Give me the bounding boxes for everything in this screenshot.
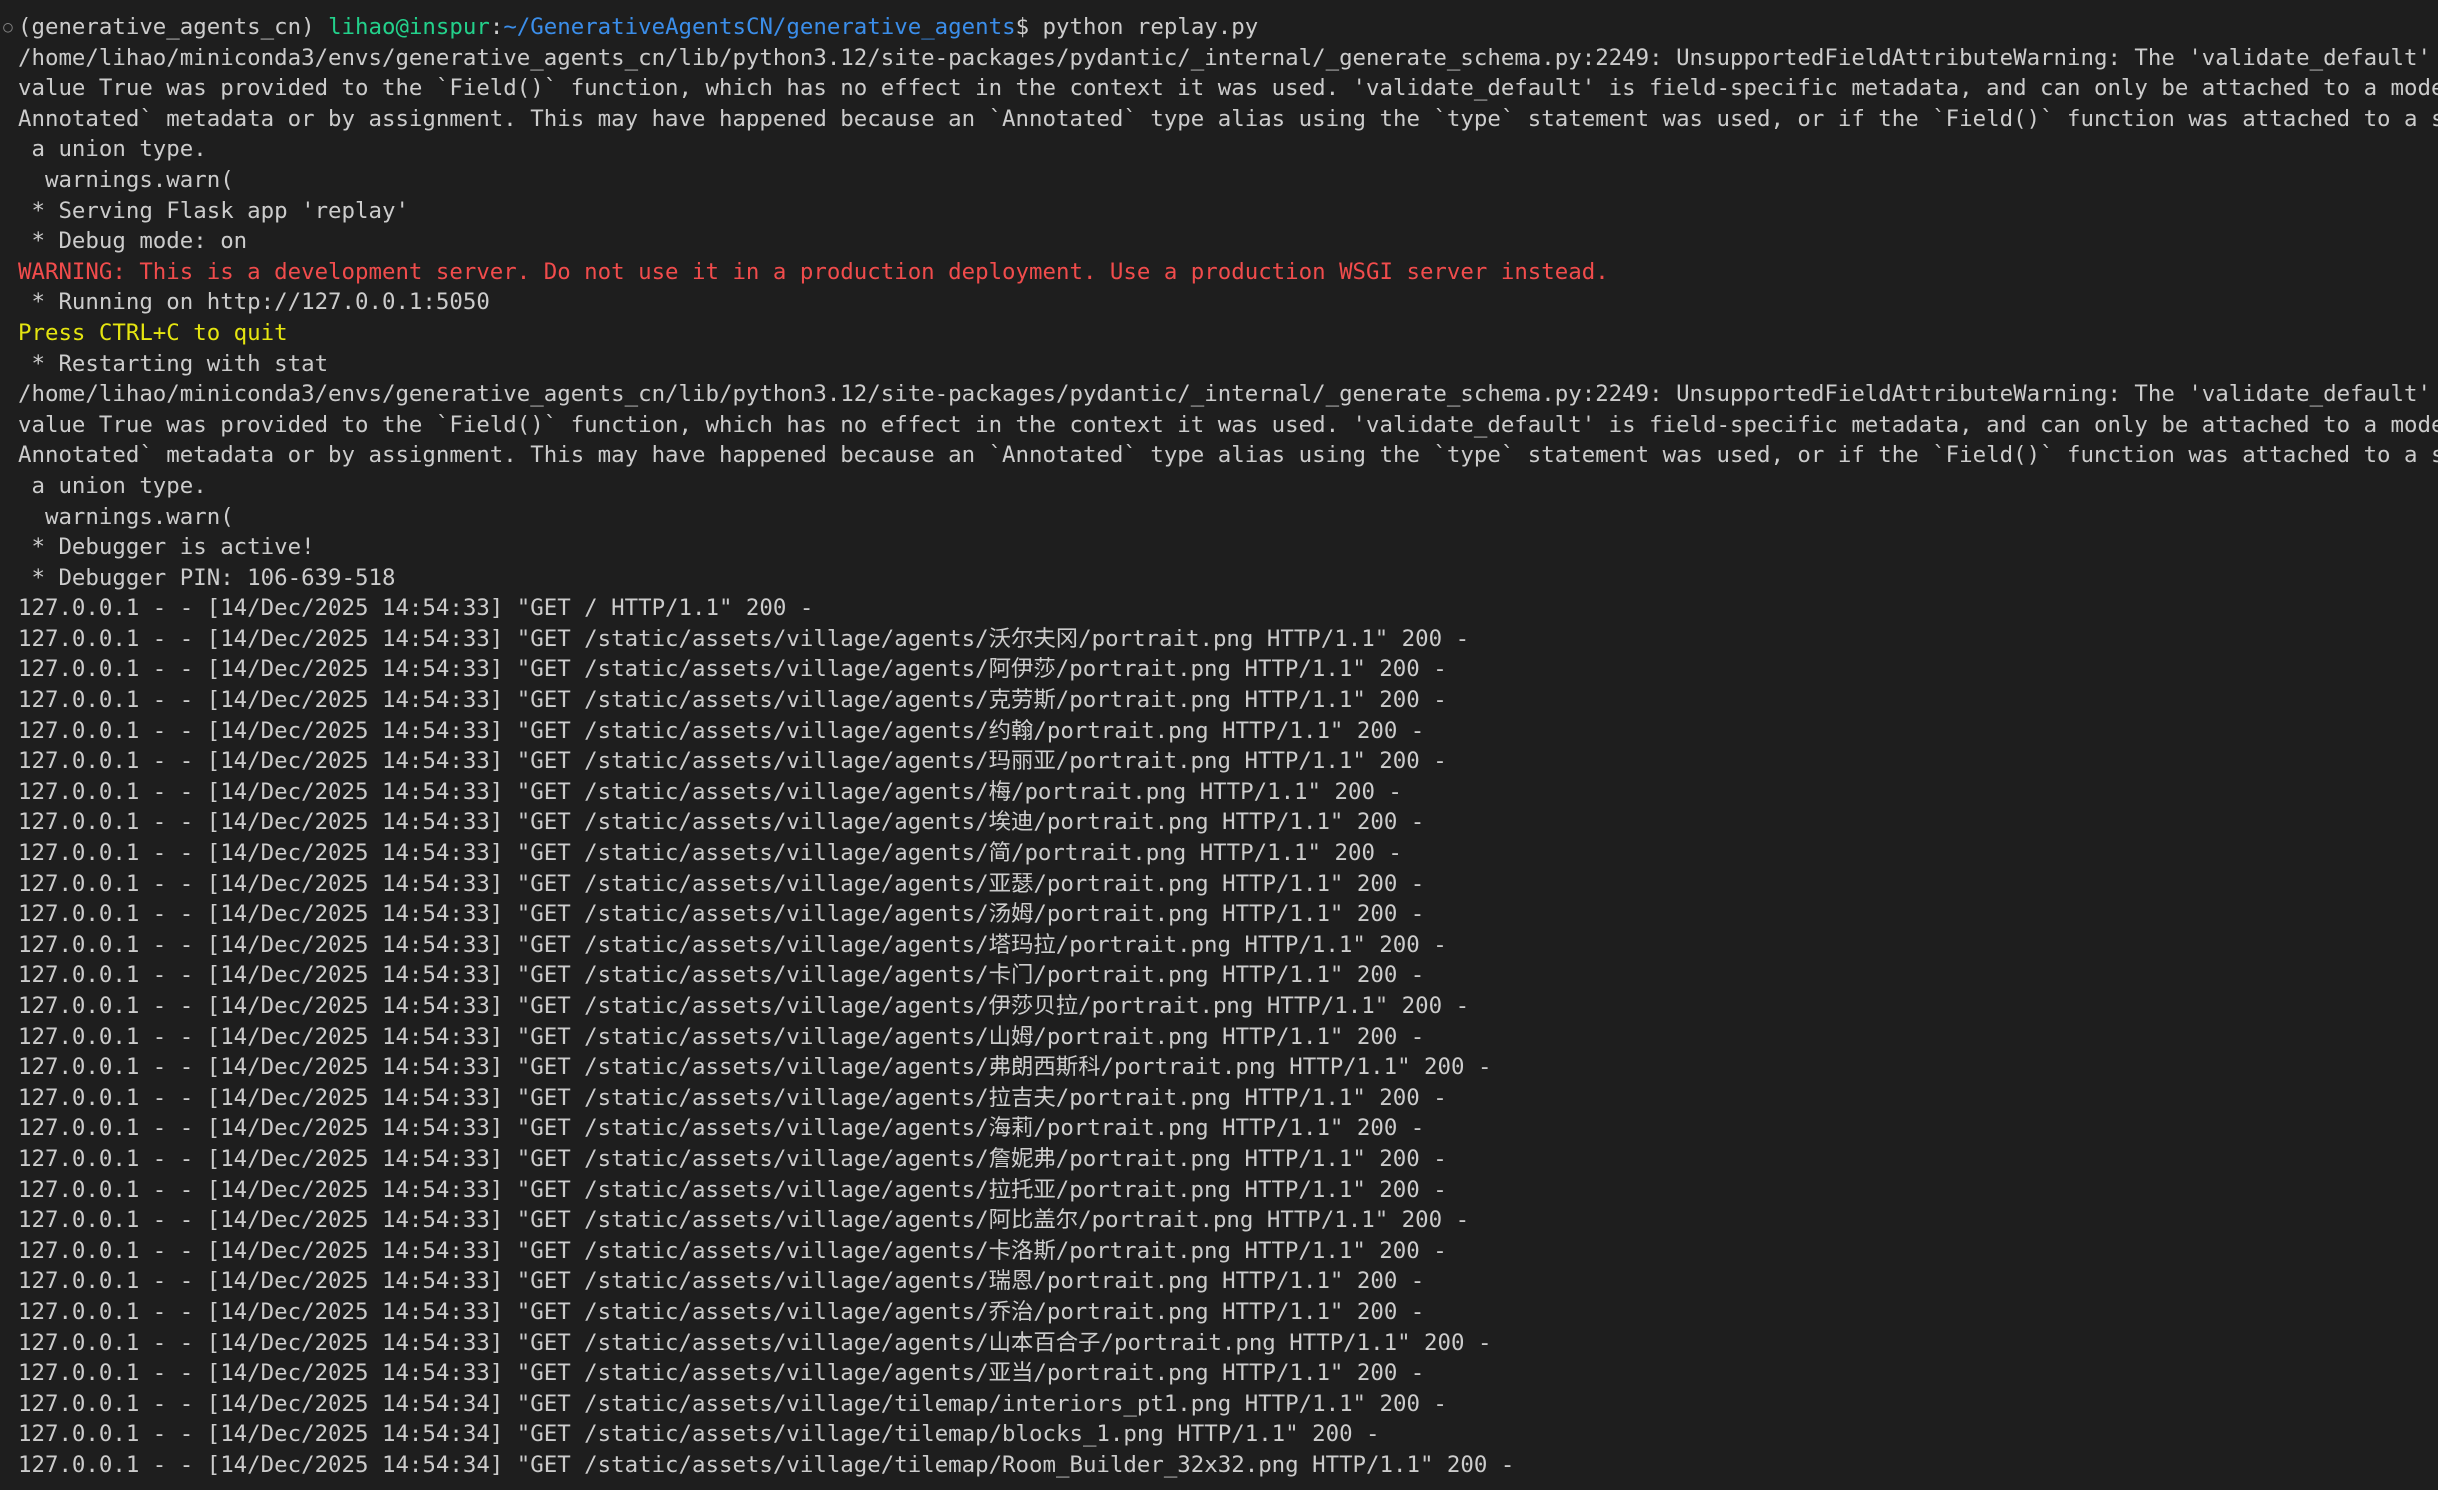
request-log-line: 127.0.0.1 - - [14/Dec/2025 14:54:33] "GE… <box>18 1115 1425 1142</box>
user-host: lihao@inspur <box>328 14 490 40</box>
request-log-line: 127.0.0.1 - - [14/Dec/2025 14:54:33] "GE… <box>18 840 1402 867</box>
request-log-line: 127.0.0.1 - - [14/Dec/2025 14:54:33] "GE… <box>18 1268 1425 1295</box>
warning-text-line: Annotated` metadata or by assignment. Th… <box>18 105 2438 132</box>
dev-server-warning: WARNING: This is a development server. D… <box>18 258 1609 285</box>
request-log-line: 127.0.0.1 - - [14/Dec/2025 14:54:33] "GE… <box>18 993 1470 1019</box>
prompt-line: (generative_agents_cn) lihao@inspur:~/Ge… <box>18 12 2438 43</box>
conda-env-label: (generative_agents_cn) <box>18 14 329 40</box>
request-log-line: 127.0.0.1 - - [14/Dec/2025 14:54:33] "GE… <box>18 625 1470 652</box>
request-log-line: 127.0.0.1 - - [14/Dec/2025 14:54:34] "GE… <box>18 1451 1515 1478</box>
request-log-line: 127.0.0.1 - - [14/Dec/2025 14:54:33] "GE… <box>18 595 814 622</box>
request-log-line: 127.0.0.1 - - [14/Dec/2025 14:54:33] "GE… <box>18 656 1447 683</box>
command-status-icon[interactable]: ○ <box>0 12 16 43</box>
debugger-pin-line: * Debugger PIN: 106-639-518 <box>18 564 396 591</box>
debugger-active-line: * Debugger is active! <box>18 534 315 561</box>
prompt-dollar: $ <box>1015 14 1043 40</box>
warning-path-line: /home/lihao/miniconda3/envs/generative_a… <box>18 44 2438 71</box>
request-log-line: 127.0.0.1 - - [14/Dec/2025 14:54:33] "GE… <box>18 901 1425 928</box>
request-log-line: 127.0.0.1 - - [14/Dec/2025 14:54:33] "GE… <box>18 1207 1470 1234</box>
command-text: python replay.py <box>1042 14 1259 40</box>
request-log-line: 127.0.0.1 - - [14/Dec/2025 14:54:33] "GE… <box>18 717 1425 744</box>
warnings-warn-line: warnings.warn( <box>18 166 234 193</box>
warnings-warn-line: warnings.warn( <box>18 503 234 530</box>
request-log-line: 127.0.0.1 - - [14/Dec/2025 14:54:33] "GE… <box>18 809 1425 836</box>
request-log-line: 127.0.0.1 - - [14/Dec/2025 14:54:33] "GE… <box>18 1023 1425 1050</box>
quit-hint: Press CTRL+C to quit <box>18 319 288 346</box>
request-log-line: 127.0.0.1 - - [14/Dec/2025 14:54:33] "GE… <box>18 870 1425 897</box>
prompt-colon: : <box>489 14 504 40</box>
warning-text-line: value True was provided to the `Field()`… <box>18 411 2438 438</box>
request-log-line: 127.0.0.1 - - [14/Dec/2025 14:54:33] "GE… <box>18 962 1425 989</box>
restarting-line: * Restarting with stat <box>18 350 329 377</box>
warning-text-line: a union type. <box>18 472 207 499</box>
request-log-line: 127.0.0.1 - - [14/Dec/2025 14:54:33] "GE… <box>18 1054 1492 1081</box>
request-log-line: 127.0.0.1 - - [14/Dec/2025 14:54:33] "GE… <box>18 1237 1447 1264</box>
terminal-panel[interactable]: ○ (generative_agents_cn) lihao@inspur:~/… <box>0 0 2438 1490</box>
request-log-line: 127.0.0.1 - - [14/Dec/2025 14:54:33] "GE… <box>18 1084 1447 1111</box>
request-log-line: 127.0.0.1 - - [14/Dec/2025 14:54:33] "GE… <box>18 1145 1447 1172</box>
request-log-line: 127.0.0.1 - - [14/Dec/2025 14:54:33] "GE… <box>18 1298 1425 1325</box>
working-directory: ~/GenerativeAgentsCN/generative_agents <box>503 14 1016 40</box>
request-log-line: 127.0.0.1 - - [14/Dec/2025 14:54:33] "GE… <box>18 1176 1447 1203</box>
running-on-line: * Running on http://127.0.0.1:5050 <box>18 289 490 316</box>
request-log-line: 127.0.0.1 - - [14/Dec/2025 14:54:33] "GE… <box>18 1360 1425 1387</box>
request-log-line: 127.0.0.1 - - [14/Dec/2025 14:54:33] "GE… <box>18 1329 1492 1356</box>
warning-text-line: value True was provided to the `Field()`… <box>18 75 2438 102</box>
warning-text-line: a union type. <box>18 136 207 163</box>
warning-text-line: Annotated` metadata or by assignment. Th… <box>18 442 2438 469</box>
request-log-line: 127.0.0.1 - - [14/Dec/2025 14:54:33] "GE… <box>18 687 1447 714</box>
request-log-line: 127.0.0.1 - - [14/Dec/2025 14:54:34] "GE… <box>18 1421 1380 1448</box>
flask-serving-line: * Serving Flask app 'replay' <box>18 197 409 224</box>
request-log-line: 127.0.0.1 - - [14/Dec/2025 14:54:34] "GE… <box>18 1390 1447 1417</box>
request-log-line: 127.0.0.1 - - [14/Dec/2025 14:54:33] "GE… <box>18 778 1402 805</box>
warning-path-line: /home/lihao/miniconda3/envs/generative_a… <box>18 381 2438 408</box>
debug-mode-line: * Debug mode: on <box>18 228 248 255</box>
request-log-line: 127.0.0.1 - - [14/Dec/2025 14:54:33] "GE… <box>18 931 1447 958</box>
request-log-line: 127.0.0.1 - - [14/Dec/2025 14:54:33] "GE… <box>18 748 1447 775</box>
